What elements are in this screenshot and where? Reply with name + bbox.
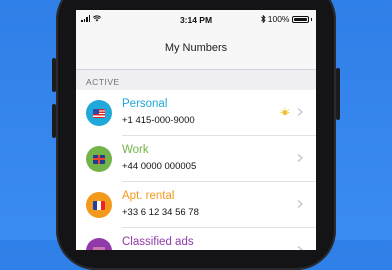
phone-screen: 3:14 PM 100% My Numbers ACTIVE Personal … xyxy=(76,10,316,250)
line-name: Classified ads xyxy=(122,236,194,248)
battery-icon xyxy=(291,15,309,23)
chevron-right-icon xyxy=(297,200,303,208)
navigation-bar: My Numbers xyxy=(76,30,316,70)
work-avatar xyxy=(86,146,112,172)
line-number: +1 415-000-9000 xyxy=(122,115,195,126)
chevron-right-icon xyxy=(297,246,303,250)
section-header: ACTIVE xyxy=(76,70,316,90)
line-name: Work xyxy=(122,144,149,156)
numbers-list: Personal +1 415-000-9000 Work +44 0000 0… xyxy=(76,90,316,250)
battery-percent: 100% xyxy=(267,14,290,24)
list-item-personal[interactable]: Personal +1 415-000-9000 xyxy=(76,90,316,136)
personal-avatar xyxy=(86,100,112,126)
apt-rental-avatar xyxy=(86,192,112,218)
france-flag-icon xyxy=(93,200,105,210)
chevron-right-icon xyxy=(297,108,303,116)
line-name: Apt. rental xyxy=(122,190,175,202)
status-bar: 3:14 PM 100% xyxy=(76,10,316,30)
list-item-work[interactable]: Work +44 0000 000005 xyxy=(76,136,316,182)
volume-up-button xyxy=(52,58,56,92)
section-header-label: ACTIVE xyxy=(86,77,120,87)
us-flag-icon xyxy=(93,108,105,118)
bluetooth-icon xyxy=(260,15,266,23)
line-name: Personal xyxy=(122,98,168,110)
uk-flag-icon xyxy=(93,154,105,164)
volume-down-button xyxy=(52,104,56,138)
chevron-right-icon xyxy=(297,154,303,162)
side-button xyxy=(336,68,340,120)
line-number: +33 6 12 34 56 78 xyxy=(122,207,199,218)
page-title: My Numbers xyxy=(164,42,228,54)
line-number: +44 0000 000005 xyxy=(122,161,197,172)
flag-icon xyxy=(93,246,105,250)
list-item-apt-rental[interactable]: Apt. rental +33 6 12 34 56 78 xyxy=(76,182,316,228)
list-item-classified-ads[interactable]: Classified ads xyxy=(76,228,316,250)
battery-cap xyxy=(310,17,312,21)
sun-icon xyxy=(280,107,290,116)
